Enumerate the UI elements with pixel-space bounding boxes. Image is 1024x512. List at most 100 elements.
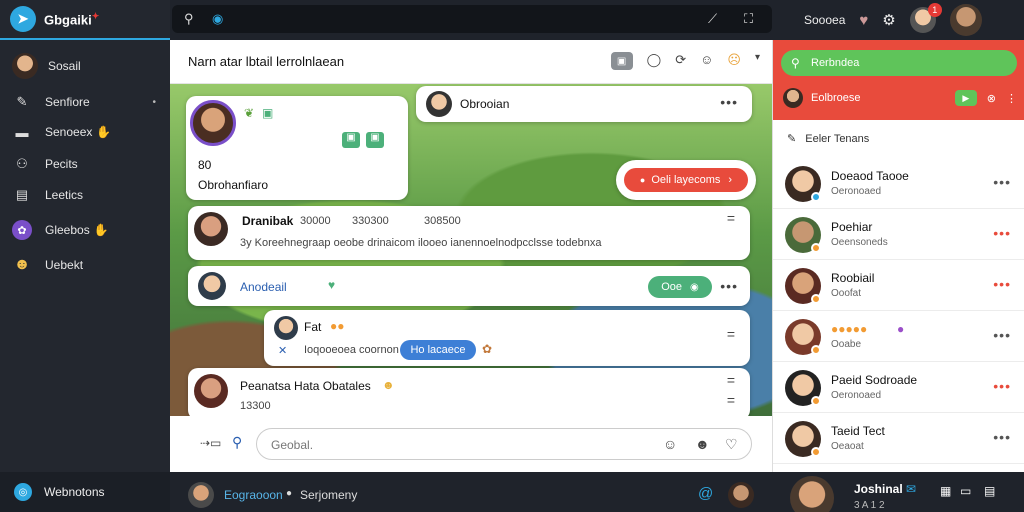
footer-contact-name: Joshinal — [854, 482, 903, 496]
contact-status: Ooabe — [831, 339, 862, 350]
more-icon[interactable]: ••• — [720, 278, 738, 294]
contacts-panel: ⚲ Rerbndea Eolbroese ▶ ⊗ ⋮ ✎ Eeler Tenan… — [772, 40, 1024, 472]
grid-icon[interactable]: ▦ — [940, 484, 951, 498]
more-icon[interactable]: ⋮ — [1006, 92, 1017, 105]
sidebar-item-0[interactable]: ✎ Senfiore • — [0, 88, 170, 116]
contacts-subheader[interactable]: Eolbroese — [783, 88, 861, 108]
sidebar-item-3[interactable]: ▤ Leetics — [0, 181, 170, 209]
sticker-icon[interactable]: ☻ — [695, 436, 710, 452]
cursor-icon: ◉ — [212, 11, 224, 26]
sidebar-footer[interactable]: ◎ Webnotons — [0, 472, 170, 512]
menu-icon[interactable]: = — [727, 392, 736, 408]
chat-footer: Eograooon ● Serjomeny @ — [170, 472, 772, 512]
game-scene-background: ❦ ▣ 80 Obrohanfiaro ▣ ▣ Obrooian ••• ● O… — [170, 84, 772, 420]
sidebar-item-label: Senoeex — [45, 125, 93, 139]
menu-icon[interactable]: = — [727, 372, 736, 388]
avatar — [190, 100, 236, 146]
chevron-right-icon: › — [728, 174, 733, 186]
more-icon[interactable]: ••• — [720, 94, 738, 110]
contact-item[interactable]: Doeaod Taooe Oeronoaed ••• — [773, 158, 1024, 209]
contacts-search[interactable]: ⚲ Rerbndea — [781, 50, 1017, 76]
image-icon[interactable]: ▣ — [610, 52, 633, 70]
contacts-header: ⚲ Rerbndea Eolbroese ▶ ⊗ ⋮ — [773, 40, 1024, 120]
message-input[interactable]: Geobal. ☺ ☻ ♡ — [256, 428, 752, 460]
contact-item[interactable]: Roobiail Ooofat ••• — [773, 260, 1024, 311]
menu-icon[interactable]: = — [727, 326, 736, 342]
post-3[interactable]: Fat ●● ✕ Ioqooeoea coornon Ho lacaece ✿ … — [264, 310, 750, 366]
expand-icon[interactable]: ⛶ — [744, 11, 753, 27]
globe-icon: ✿ — [12, 220, 32, 240]
status-badge — [811, 192, 821, 202]
search-icon[interactable]: ⚲ — [232, 434, 242, 451]
video-icon[interactable]: ▶ — [954, 90, 977, 106]
user-label[interactable]: Soooea — [804, 13, 845, 27]
tag-pill[interactable]: Ho lacaece — [400, 340, 476, 360]
more-icon[interactable]: ••• — [993, 378, 1011, 394]
chat-bubble-icon[interactable]: ◯ — [647, 52, 662, 70]
profile-avatar[interactable] — [949, 4, 982, 36]
heart-icon: ♥ — [328, 278, 336, 292]
status-badge — [811, 294, 821, 304]
emoji-icon[interactable]: ☹ — [727, 52, 741, 70]
contact-item[interactable]: ●●●●● ● Ooabe ••• — [773, 311, 1024, 362]
keyboard-icon[interactable]: ▤ — [984, 484, 995, 498]
post-1[interactable]: Dranibak 30000 330300 308500 3y Koreehne… — [188, 206, 750, 260]
avatar[interactable] — [728, 482, 754, 508]
close-icon[interactable]: ✕ — [278, 344, 287, 357]
contact-item[interactable]: Poehiar Oeensoneds ••• — [773, 209, 1024, 260]
leaf-icon: ❦ — [244, 106, 255, 120]
heart-icon[interactable]: ♥ — [859, 12, 868, 29]
gear-icon[interactable]: ⚙ — [882, 11, 895, 29]
footer-user-name[interactable]: Eograooon — [224, 488, 283, 502]
contact-item[interactable]: Paeid Sodroade Oeronoaed ••• — [773, 362, 1024, 413]
sidebar-item-5[interactable]: ☻ Uebekt — [0, 251, 170, 279]
status-badge — [811, 243, 821, 253]
post-4[interactable]: Peanatsa Hata Obatales ☻ 13300 = = — [188, 368, 750, 420]
post-2[interactable]: Anodeail ♥ Ooe ◉ ••• — [188, 266, 750, 306]
more-icon[interactable]: ••• — [993, 327, 1011, 343]
footer-label: Serjomeny — [300, 488, 358, 502]
contact-status: Oeensoneds — [831, 237, 888, 248]
sidebar-profile[interactable]: Sosail — [0, 52, 170, 80]
user-card[interactable]: Obrooian ••• — [416, 86, 752, 122]
close-icon[interactable]: ⊗ — [987, 92, 996, 105]
notification-avatar[interactable]: 1 — [909, 3, 942, 33]
app-name: Gbgaiki✦ — [44, 10, 100, 28]
post-author: Dranibak — [242, 214, 294, 228]
smile-icon: ☻ — [382, 378, 395, 392]
window-icon[interactable]: ▭ — [960, 484, 971, 498]
card-text: Obrohanfiaro — [198, 178, 269, 192]
sidebar-item-1[interactable]: ▬ Senoeex ✋ — [0, 118, 170, 146]
more-icon[interactable]: ••• — [993, 225, 1011, 241]
menu-icon[interactable]: = — [727, 210, 736, 226]
chevron-down-icon[interactable]: ▾ — [755, 52, 760, 70]
more-icon[interactable]: ••• — [993, 276, 1011, 292]
contact-name: Paeid Sodroade — [831, 373, 918, 387]
attach-icon[interactable]: ⇢▭ — [200, 436, 221, 450]
emoji-icon[interactable]: ☺ — [663, 436, 677, 452]
avatar[interactable] — [790, 476, 834, 512]
pin-icon[interactable]: ⟋ — [708, 11, 717, 27]
sidebar-item-2[interactable]: ⚇ Pecits — [0, 150, 170, 178]
more-icon[interactable]: ••• — [993, 429, 1011, 445]
more-icon[interactable]: ••• — [993, 174, 1011, 190]
emoji-box-icon[interactable]: ☺ — [700, 52, 713, 70]
heart-icon[interactable]: ♡ — [725, 436, 738, 453]
search-input[interactable]: ⚲ ◉ ⟋ ⛶ — [172, 5, 772, 33]
post-meta: 330300 — [352, 215, 389, 227]
post-author: Fat — [304, 320, 322, 334]
cta-button[interactable]: ● Oeli layecoms › — [624, 168, 748, 192]
sidebar-item-4[interactable]: ✿ Gleebos ✋ — [0, 216, 170, 244]
profile-card[interactable]: ❦ ▣ 80 Obrohanfiaro — [186, 96, 408, 200]
smile-icon: ☻ — [13, 256, 31, 273]
avatar — [188, 482, 214, 508]
contact-emoji-icon: ●●●●● — [831, 322, 868, 336]
cta-label: Oeli layecoms — [651, 174, 721, 186]
status-pill[interactable]: Ooe ◉ — [648, 276, 712, 298]
contact-item[interactable]: Taeid Tect Oeaoat ••• — [773, 413, 1024, 464]
app-logo-icon[interactable]: ➤ — [10, 6, 36, 32]
share-icon[interactable]: ⟳ — [675, 52, 686, 70]
badge-icon: ✋ — [96, 125, 112, 139]
at-icon[interactable]: @ — [698, 485, 713, 502]
sidebar-item-label: Uebekt — [45, 258, 84, 272]
